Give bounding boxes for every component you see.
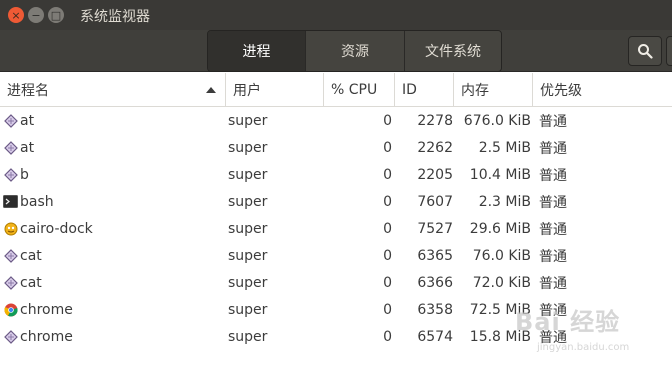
process-priority: 普通	[539, 113, 567, 130]
process-memory: 72.0 KiB	[472, 274, 531, 291]
diamond-icon	[3, 269, 18, 296]
process-id: 2262	[417, 139, 453, 156]
process-user: super	[228, 301, 268, 318]
header-bar: 进程 资源 文件系统	[0, 30, 672, 72]
process-priority: 普通	[539, 248, 567, 265]
minimize-button[interactable]: −	[28, 7, 44, 23]
column-name[interactable]: 进程名	[0, 73, 225, 107]
process-memory: 2.5 MiB	[478, 139, 531, 156]
close-button[interactable]: ×	[8, 7, 24, 23]
title-bar: × − □ 系统监视器	[0, 0, 672, 30]
table-row[interactable]: b super 0 2205 10.4 MiB 普通	[0, 161, 672, 188]
process-cpu: 0	[383, 112, 392, 129]
minimize-icon: −	[31, 8, 41, 22]
column-cpu[interactable]: % CPU	[323, 73, 394, 107]
process-name: cat	[20, 247, 42, 264]
process-id: 7527	[417, 220, 453, 237]
process-user: super	[228, 139, 268, 156]
process-id: 6574	[417, 328, 453, 345]
column-memory[interactable]: 内存	[453, 73, 532, 107]
process-user: super	[228, 274, 268, 291]
process-id: 2205	[417, 166, 453, 183]
process-id: 6358	[417, 301, 453, 318]
process-id: 2278	[417, 112, 453, 129]
table-row[interactable]: at super 0 2278 676.0 KiB 普通	[0, 107, 672, 134]
column-user[interactable]: 用户	[225, 73, 323, 107]
process-name: chrome	[20, 301, 73, 318]
process-priority: 普通	[539, 167, 567, 184]
process-name: chrome	[20, 328, 73, 345]
column-id[interactable]: ID	[394, 73, 453, 107]
table-row[interactable]: bash super 0 7607 2.3 MiB 普通	[0, 188, 672, 215]
watermark-url: jingyan.baidu.com	[537, 342, 630, 353]
diamond-icon	[3, 134, 18, 161]
window-title: 系统监视器	[80, 9, 150, 25]
process-user: super	[228, 328, 268, 345]
diamond-icon	[3, 323, 18, 350]
column-cpu-label: % CPU	[331, 82, 378, 98]
tab-filesystems[interactable]: 文件系统	[405, 31, 501, 71]
search-button[interactable]	[628, 36, 662, 66]
process-memory: 76.0 KiB	[472, 247, 531, 264]
chrome-icon	[3, 296, 18, 323]
diamond-icon	[3, 242, 18, 269]
maximize-icon: □	[50, 8, 62, 22]
process-memory: 10.4 MiB	[469, 166, 531, 183]
process-name: at	[20, 112, 35, 129]
column-memory-label: 内存	[461, 83, 489, 99]
process-id: 6366	[417, 274, 453, 291]
column-name-label: 进程名	[7, 83, 49, 99]
process-id: 6365	[417, 247, 453, 264]
process-cpu: 0	[383, 301, 392, 318]
process-cpu: 0	[383, 166, 392, 183]
process-priority: 普通	[539, 275, 567, 292]
process-memory: 2.3 MiB	[478, 193, 531, 210]
table-row[interactable]: at super 0 2262 2.5 MiB 普通	[0, 134, 672, 161]
process-user: super	[228, 220, 268, 237]
tab-resources[interactable]: 资源	[306, 31, 405, 71]
process-cpu: 0	[383, 220, 392, 237]
process-memory: 676.0 KiB	[463, 112, 531, 129]
table-row[interactable]: cat super 0 6366 72.0 KiB 普通	[0, 269, 672, 296]
process-name: b	[20, 166, 29, 183]
process-cpu: 0	[383, 139, 392, 156]
view-switcher: 进程 资源 文件系统	[207, 30, 502, 72]
cairo-dock-icon	[3, 215, 18, 242]
close-icon: ×	[11, 8, 21, 22]
process-user: super	[228, 247, 268, 264]
process-name: cairo-dock	[20, 220, 93, 237]
column-priority-label: 优先级	[540, 83, 582, 99]
column-priority[interactable]: 优先级	[532, 73, 672, 107]
maximize-button[interactable]: □	[48, 7, 64, 23]
process-priority: 普通	[539, 140, 567, 157]
column-header: 进程名 用户 % CPU ID 内存 优先级	[0, 73, 672, 107]
process-cpu: 0	[383, 247, 392, 264]
table-row[interactable]: cairo-dock super 0 7527 29.6 MiB 普通	[0, 215, 672, 242]
process-name: cat	[20, 274, 42, 291]
process-user: super	[228, 193, 268, 210]
process-user: super	[228, 166, 268, 183]
process-priority: 普通	[539, 221, 567, 238]
process-user: super	[228, 112, 268, 129]
menu-button[interactable]	[666, 36, 672, 66]
process-id: 7607	[417, 193, 453, 210]
tab-processes[interactable]: 进程	[208, 31, 306, 71]
diamond-icon	[3, 107, 18, 134]
sort-ascending-icon	[206, 87, 216, 93]
diamond-icon	[3, 161, 18, 188]
column-user-label: 用户	[233, 83, 261, 99]
process-name: at	[20, 139, 35, 156]
column-id-label: ID	[402, 82, 417, 98]
search-icon	[638, 44, 653, 59]
process-priority: 普通	[539, 194, 567, 211]
process-cpu: 0	[383, 274, 392, 291]
process-memory: 29.6 MiB	[469, 220, 531, 237]
watermark-logo: Bai 经验	[515, 308, 621, 336]
terminal-icon	[3, 188, 18, 215]
process-cpu: 0	[383, 328, 392, 345]
table-row[interactable]: cat super 0 6365 76.0 KiB 普通	[0, 242, 672, 269]
process-cpu: 0	[383, 193, 392, 210]
process-name: bash	[20, 193, 54, 210]
watermark: Bai 经验 jingyan.baidu.com	[505, 302, 665, 362]
